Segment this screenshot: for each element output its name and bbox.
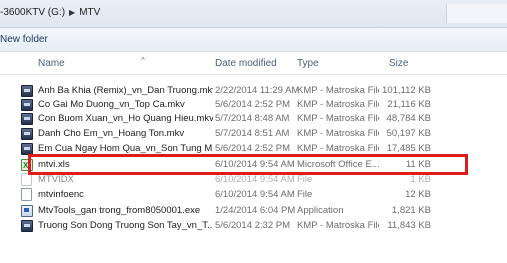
column-headers: Name ^ Date modified Type Size [0, 52, 507, 75]
highlight-box [28, 154, 468, 175]
new-folder-button[interactable]: New folder [0, 33, 48, 47]
video-file-icon [21, 99, 33, 111]
video-file-icon [21, 85, 33, 97]
file-date: 2/22/2014 11:29 AM [215, 85, 300, 96]
application-icon [21, 205, 33, 217]
file-row[interactable]: Anh Ba Khia (Remix)_vn_Dan Truong.mkv 2/… [20, 83, 480, 98]
column-header-size[interactable]: Size [389, 58, 408, 69]
file-date: 5/7/2014 8:48 AM [215, 113, 290, 124]
file-row[interactable]: Co Gai Mo Duong_vn_Top Ca.mkv 5/6/2014 2… [20, 97, 480, 112]
file-size: 11,843 KB [387, 220, 431, 231]
file-name: Anh Ba Khia (Remix)_vn_Dan Truong.mkv [38, 85, 213, 96]
file-type: Application [297, 205, 344, 216]
video-file-icon [21, 113, 33, 125]
file-row[interactable]: MtvTools_gan trong_from8050001.exe 1/24/… [20, 203, 480, 218]
file-size: 50,197 KB [386, 128, 431, 139]
file-type: KMP - Matroska File [297, 99, 379, 110]
breadcrumb-drive[interactable]: -3600KTV (G:) [0, 7, 65, 18]
breadcrumb-separator-icon[interactable]: ▶ [69, 8, 75, 17]
file-name: Con Buom Xuan_vn_Ho Quang Hieu.mkv [38, 113, 213, 124]
search-box[interactable] [446, 4, 507, 23]
file-size: 21,116 KB [387, 99, 431, 110]
file-type: File [297, 189, 313, 200]
file-type: KMP - Matroska File [297, 128, 379, 139]
file-size: 101,112 KB [382, 85, 431, 96]
file-row[interactable]: mtvinfoenc 6/10/2014 9:54 AM File 12 KB [20, 187, 480, 202]
file-name: Co Gai Mo Duong_vn_Top Ca.mkv [38, 99, 185, 110]
sort-ascending-icon: ^ [141, 56, 145, 65]
column-header-name-label: Name [38, 58, 65, 69]
file-name: mtvinfoenc [38, 189, 84, 200]
column-header-name[interactable]: Name ^ [38, 56, 145, 69]
video-file-icon [21, 220, 33, 232]
toolbar: New folder [0, 28, 507, 52]
file-row[interactable]: Truong Son Dong Truong Son Tay_vn_T... 5… [20, 218, 480, 233]
file-size: 1,821 KB [391, 205, 431, 216]
file-date: 1/24/2014 6:04 PM [215, 205, 296, 216]
file-size: 48,784 KB [386, 113, 431, 124]
file-name: MtvTools_gan trong_from8050001.exe [38, 205, 201, 216]
file-date: 5/7/2014 8:51 AM [215, 128, 290, 139]
file-date: 5/6/2014 2:32 PM [215, 220, 290, 231]
column-header-date[interactable]: Date modified [215, 58, 277, 69]
file-row[interactable]: Con Buom Xuan_vn_Ho Quang Hieu.mkv 5/7/2… [20, 111, 480, 126]
file-name: Truong Son Dong Truong Son Tay_vn_T... [38, 220, 213, 231]
file-type: KMP - Matroska File [297, 85, 379, 96]
file-type: KMP - Matroska File [297, 220, 379, 231]
column-header-type[interactable]: Type [297, 58, 319, 69]
file-name: Danh Cho Em_vn_Hoang Ton.mkv [38, 128, 185, 139]
video-file-icon [21, 128, 33, 140]
file-type: KMP - Matroska File [297, 113, 379, 124]
file-date: 6/10/2014 9:54 AM [215, 189, 295, 200]
file-size: 12 KB [405, 189, 431, 200]
breadcrumb-folder[interactable]: MTV [79, 7, 100, 18]
file-row[interactable]: Danh Cho Em_vn_Hoang Ton.mkv 5/7/2014 8:… [20, 126, 480, 141]
address-bar[interactable]: -3600KTV (G:) ▶ MTV [0, 0, 507, 28]
blank-file-icon [21, 188, 32, 201]
breadcrumb[interactable]: -3600KTV (G:) ▶ MTV [0, 5, 100, 21]
file-date: 5/6/2014 2:52 PM [215, 99, 290, 110]
